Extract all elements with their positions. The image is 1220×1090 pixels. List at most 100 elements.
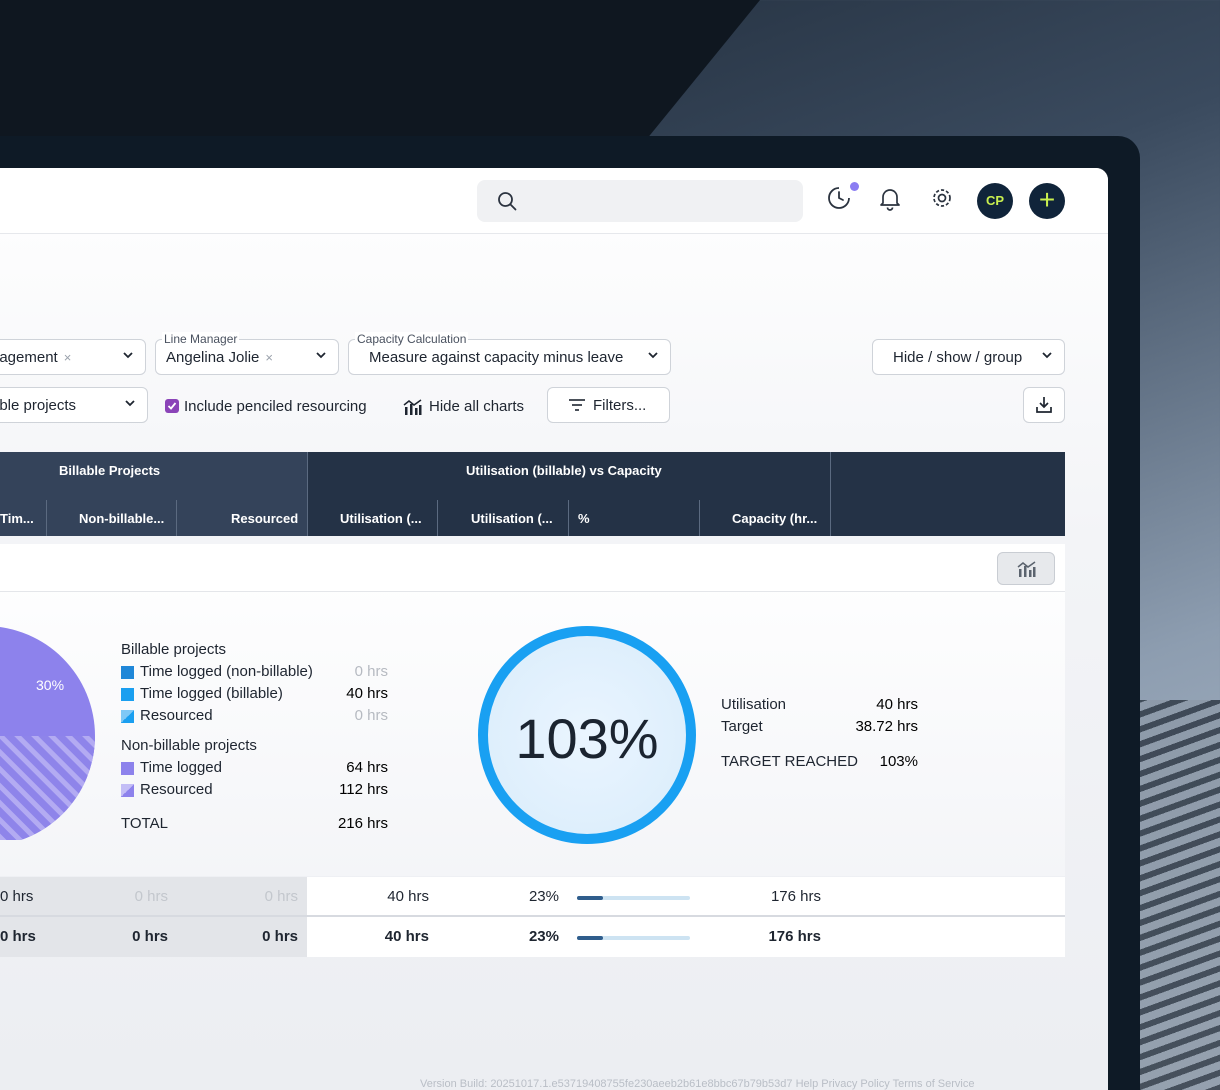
table-cell: 0 hrs — [134, 888, 168, 905]
plus-icon: + — [1038, 184, 1056, 215]
line-manager-select[interactable]: Line Manager Angelina Jolie × — [155, 332, 339, 375]
search-input[interactable] — [477, 180, 803, 222]
progress-bar — [577, 936, 690, 940]
table-cell: 0 hrs — [264, 888, 298, 905]
add-button[interactable]: + — [1029, 183, 1065, 219]
penciled-label[interactable]: Include penciled resourcing — [184, 398, 367, 415]
chart-icon — [403, 399, 422, 415]
hide-show-group-button[interactable]: Hide / show / group — [872, 339, 1065, 375]
projects-value: able projects — [0, 397, 77, 414]
line-manager-value: Angelina Jolie — [166, 349, 260, 366]
column-divider — [307, 452, 308, 536]
table-cell: 23% — [528, 888, 559, 905]
projects-select[interactable]: able projects — [0, 387, 148, 423]
filter-icon — [569, 399, 585, 411]
download-button[interactable] — [1023, 387, 1065, 423]
table-cell: 176 hrs — [768, 928, 821, 945]
legend-value: 40 hrs — [346, 685, 388, 702]
utilisation-label: Utilisation — [721, 696, 787, 713]
panel-toolbar — [0, 544, 1065, 592]
legend-value: 64 hrs — [346, 759, 388, 776]
target-label: Target — [721, 718, 763, 735]
remove-icon[interactable]: × — [265, 350, 273, 365]
notification-dot — [850, 182, 859, 191]
line-manager-legend: Line Manager — [162, 332, 240, 346]
legend-label: Time logged (billable) — [140, 685, 283, 702]
table-cell: 40 hrs — [387, 888, 429, 905]
legend-label: Resourced — [140, 707, 213, 724]
app-screen: CP + nagement × Line Manager Angelina Jol… — [0, 168, 1108, 1090]
check-icon — [167, 402, 177, 410]
column-header[interactable]: Capacity (hr... — [732, 511, 817, 526]
column-divider — [176, 500, 177, 536]
top-bar: CP + — [0, 168, 1108, 234]
hide-all-charts-button[interactable]: Hide all charts — [429, 398, 524, 415]
penciled-checkbox[interactable] — [165, 399, 179, 413]
avatar[interactable]: CP — [977, 183, 1013, 219]
background-texture — [1130, 700, 1220, 1090]
legend-label: Time logged (non-billable) — [140, 663, 313, 680]
column-divider — [437, 500, 438, 536]
legend-value: 0 hrs — [354, 707, 388, 724]
department-select[interactable]: nagement × — [0, 339, 146, 375]
background-dark-shape — [0, 0, 760, 140]
target-value: 38.72 hrs — [855, 718, 918, 735]
legend-swatch — [121, 784, 134, 797]
legend-value: 0 hrs — [354, 663, 388, 680]
download-icon — [1036, 397, 1052, 413]
legend-label: Resourced — [140, 781, 213, 798]
table-cell: 40 hrs — [384, 928, 429, 945]
progress-fill — [577, 936, 603, 940]
column-header[interactable]: Utilisation (... — [340, 511, 422, 526]
chart-toggle-button[interactable] — [997, 552, 1055, 585]
chevron-down-icon — [125, 400, 135, 407]
column-header[interactable]: Resourced — [231, 511, 298, 526]
gauge-value: 103% — [515, 707, 659, 770]
column-header[interactable]: % — [578, 511, 590, 526]
target-reached-value: 103% — [879, 753, 918, 770]
chevron-down-icon — [1042, 352, 1052, 359]
column-header[interactable]: Non-billable... — [79, 511, 164, 526]
pie-chart — [0, 627, 95, 840]
group-header-billable: Billable Projects — [59, 463, 161, 478]
total-row: 0 hrs 0 hrs 0 hrs 40 hrs 23% 176 hrs — [0, 917, 1065, 957]
column-header[interactable]: Tim... — [0, 511, 34, 526]
total-label: TOTAL — [121, 815, 168, 832]
pie-label: 30% — [36, 677, 65, 693]
gear-icon[interactable] — [929, 185, 955, 211]
legend-label: Time logged — [140, 759, 222, 776]
total-value: 216 hrs — [337, 815, 388, 832]
table-cell: 0 hrs — [132, 928, 168, 945]
bell-icon[interactable] — [877, 185, 903, 211]
filters-button[interactable]: Filters... — [547, 387, 670, 423]
remove-icon[interactable]: × — [64, 350, 72, 365]
table-cell: 176 hrs — [770, 888, 821, 905]
chevron-down-icon — [123, 352, 133, 359]
progress-bar — [577, 896, 690, 900]
chevron-down-icon — [648, 352, 658, 359]
column-divider — [699, 500, 700, 536]
table-cell: 0 hrs — [262, 928, 298, 945]
column-divider — [830, 452, 831, 536]
filters-label: Filters... — [593, 397, 647, 414]
table-header: Billable Projects Utilisation (billable)… — [0, 452, 1065, 536]
column-divider — [568, 500, 569, 536]
legend-swatch — [121, 666, 134, 679]
chevron-down-icon — [316, 352, 326, 359]
table-cell: 0 hrs — [0, 928, 36, 945]
timer-icon[interactable] — [826, 185, 852, 211]
utilisation-gauge: 103% — [478, 626, 696, 844]
billable-heading: Billable projects — [121, 641, 227, 658]
legend-value: 112 hrs — [339, 781, 388, 798]
group-header-utilisation: Utilisation (billable) vs Capacity — [466, 463, 662, 478]
search-icon — [498, 192, 517, 211]
chart-icon — [1017, 561, 1036, 577]
legend-swatch — [121, 762, 134, 775]
progress-fill — [577, 896, 603, 900]
capacity-legend: Capacity Calculation — [355, 332, 469, 346]
column-header[interactable]: Utilisation (... — [471, 511, 553, 526]
capacity-calculation-select[interactable]: Capacity Calculation Measure against cap… — [348, 332, 671, 375]
capacity-value: Measure against capacity minus leave — [369, 349, 624, 366]
footer-version: Version Build: 20251017.1.e53719408755fe… — [420, 1078, 975, 1090]
hide-show-label: Hide / show / group — [893, 349, 1023, 366]
